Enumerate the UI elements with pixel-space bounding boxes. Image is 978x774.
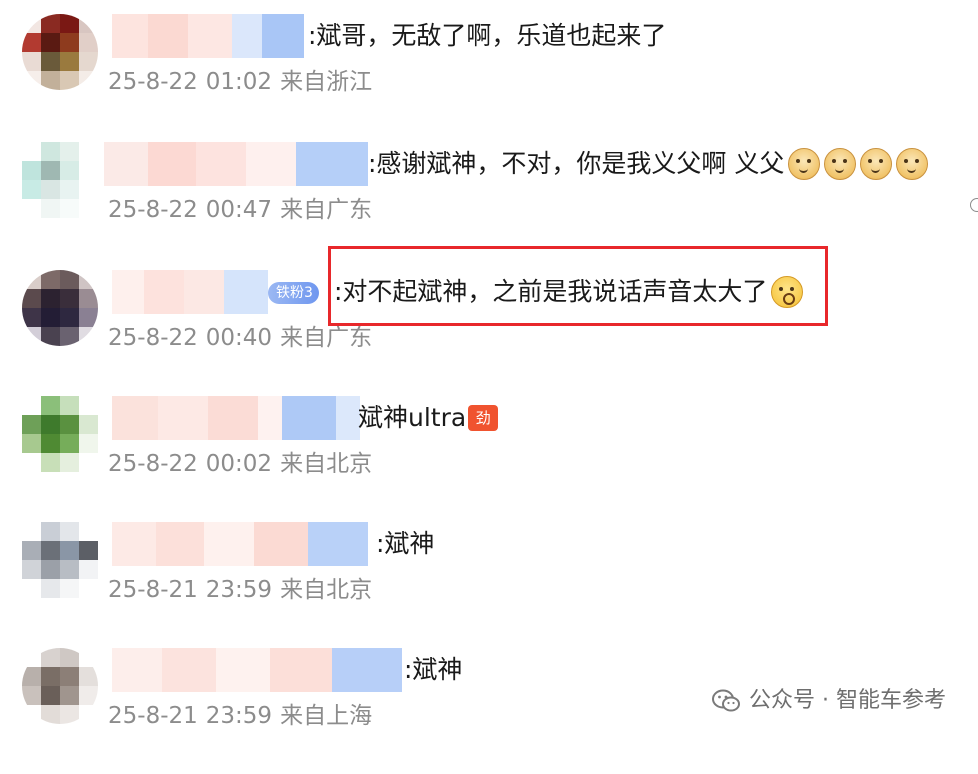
- comment-date: 25-8-21: [108, 703, 198, 729]
- avatar[interactable]: [22, 396, 98, 472]
- comment-date: 25-8-21: [108, 577, 198, 603]
- comment-item-4: 斌神ultra 劲 25-8-22 00:02 来自北京: [0, 396, 978, 522]
- username-blurred[interactable]: [104, 142, 368, 186]
- comment-meta: 25-8-21 23:59 来自北京: [108, 572, 372, 608]
- comment-location: 来自北京: [280, 451, 373, 477]
- watermark-text: 公众号 · 智能车参考: [749, 688, 946, 713]
- comment-text: :斌神: [404, 648, 462, 692]
- avatar[interactable]: [22, 14, 98, 90]
- comment-item-1: :斌哥，无敌了啊，乐道也起来了 25-8-22 01:02 来自浙江: [0, 14, 978, 140]
- comment-time: 00:47: [205, 197, 273, 223]
- comment-location: 来自浙江: [280, 69, 373, 95]
- avatar[interactable]: [22, 142, 98, 218]
- comment-body: :感谢斌神，不对，你是我义父啊 义父: [368, 149, 785, 178]
- comment-time: 23:59: [205, 703, 273, 729]
- doge-icon: [896, 148, 929, 180]
- username-blurred[interactable]: [112, 648, 402, 692]
- comment-meta: 25-8-22 00:02 来自北京: [108, 446, 372, 482]
- username-blurred[interactable]: [112, 396, 360, 440]
- comment-time: 01:02: [205, 69, 273, 95]
- comment-time: 00:40: [205, 325, 273, 351]
- avatar[interactable]: [22, 522, 98, 598]
- comment-body: :斌哥，无敌了啊，乐道也起来了: [308, 21, 667, 50]
- wechat-icon: [712, 689, 741, 712]
- comment-location: 来自广东: [280, 197, 373, 223]
- tag-icon: 劲: [468, 405, 499, 431]
- comment-date: 25-8-22: [108, 451, 198, 477]
- comment-location: 来自上海: [280, 703, 373, 729]
- doge-icon: [860, 148, 893, 180]
- doge-icon: [788, 148, 821, 180]
- comment-time: 00:02: [205, 451, 273, 477]
- avatar[interactable]: [22, 648, 98, 724]
- username-blurred[interactable]: [112, 14, 304, 58]
- comment-text: :斌神: [376, 522, 434, 566]
- comment-text: :感谢斌神，不对，你是我义父啊 义父: [368, 142, 929, 186]
- comment-meta: 25-8-21 23:59 来自上海: [108, 698, 372, 734]
- highlight-box: [328, 246, 828, 326]
- comment-date: 25-8-22: [108, 197, 198, 223]
- watermark: 公众号 · 智能车参考: [711, 686, 946, 716]
- comment-location: 来自北京: [280, 577, 373, 603]
- comment-date: 25-8-22: [108, 69, 198, 95]
- comment-location: 来自广东: [280, 325, 373, 351]
- fan-badge: 铁粉3: [268, 282, 319, 304]
- more-options-icon[interactable]: [970, 198, 978, 212]
- comment-body: :斌神: [404, 655, 463, 684]
- comment-time: 23:59: [205, 577, 273, 603]
- comment-item-5: :斌神 25-8-21 23:59 来自北京: [0, 522, 978, 648]
- comment-body: :斌神: [376, 529, 435, 558]
- comment-text: 斌神ultra 劲: [358, 396, 499, 440]
- doge-icon: [824, 148, 857, 180]
- avatar[interactable]: [22, 270, 98, 346]
- comment-text: :斌哥，无敌了啊，乐道也起来了: [308, 14, 666, 58]
- username-blurred[interactable]: [112, 270, 268, 314]
- comment-meta: 25-8-22 01:02 来自浙江: [108, 64, 372, 100]
- comment-body: 斌神ultra: [358, 403, 467, 432]
- comment-meta: 25-8-22 00:47 来自广东: [108, 192, 372, 228]
- comment-date: 25-8-22: [108, 325, 198, 351]
- username-blurred[interactable]: [112, 522, 368, 566]
